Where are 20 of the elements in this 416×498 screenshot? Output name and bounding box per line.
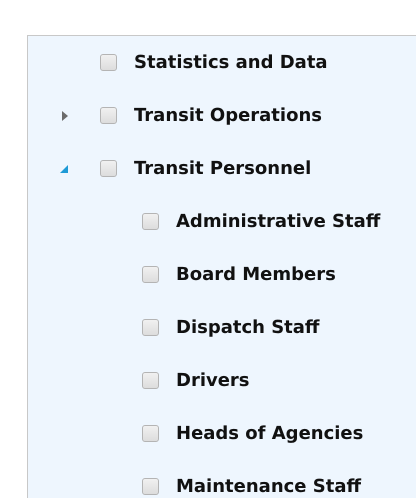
checkbox[interactable] xyxy=(142,319,159,336)
checkbox[interactable] xyxy=(142,425,159,442)
tree-item-label[interactable]: Administrative Staff xyxy=(176,211,380,232)
tree-item-label[interactable]: Dispatch Staff xyxy=(176,317,320,338)
tree-item-label[interactable]: Transit Operations xyxy=(134,105,322,126)
tree-item-label[interactable]: Drivers xyxy=(176,370,250,391)
checkbox[interactable] xyxy=(142,372,159,389)
checkbox[interactable] xyxy=(100,107,117,124)
tree-item-label[interactable]: Statistics and Data xyxy=(134,52,328,73)
tree-item-label[interactable]: Maintenance Staff xyxy=(176,476,362,497)
tree-item-label[interactable]: Heads of Agencies xyxy=(176,423,364,444)
checkbox[interactable] xyxy=(142,266,159,283)
tree-item-label[interactable]: Board Members xyxy=(176,264,336,285)
tree-item-label[interactable]: Transit Personnel xyxy=(134,158,312,179)
expand-arrow-icon[interactable] xyxy=(62,110,68,120)
checkbox[interactable] xyxy=(100,54,117,71)
checkbox[interactable] xyxy=(142,213,159,230)
checkbox[interactable] xyxy=(100,160,117,177)
checkbox[interactable] xyxy=(142,478,159,495)
collapse-arrow-icon[interactable] xyxy=(60,164,68,172)
